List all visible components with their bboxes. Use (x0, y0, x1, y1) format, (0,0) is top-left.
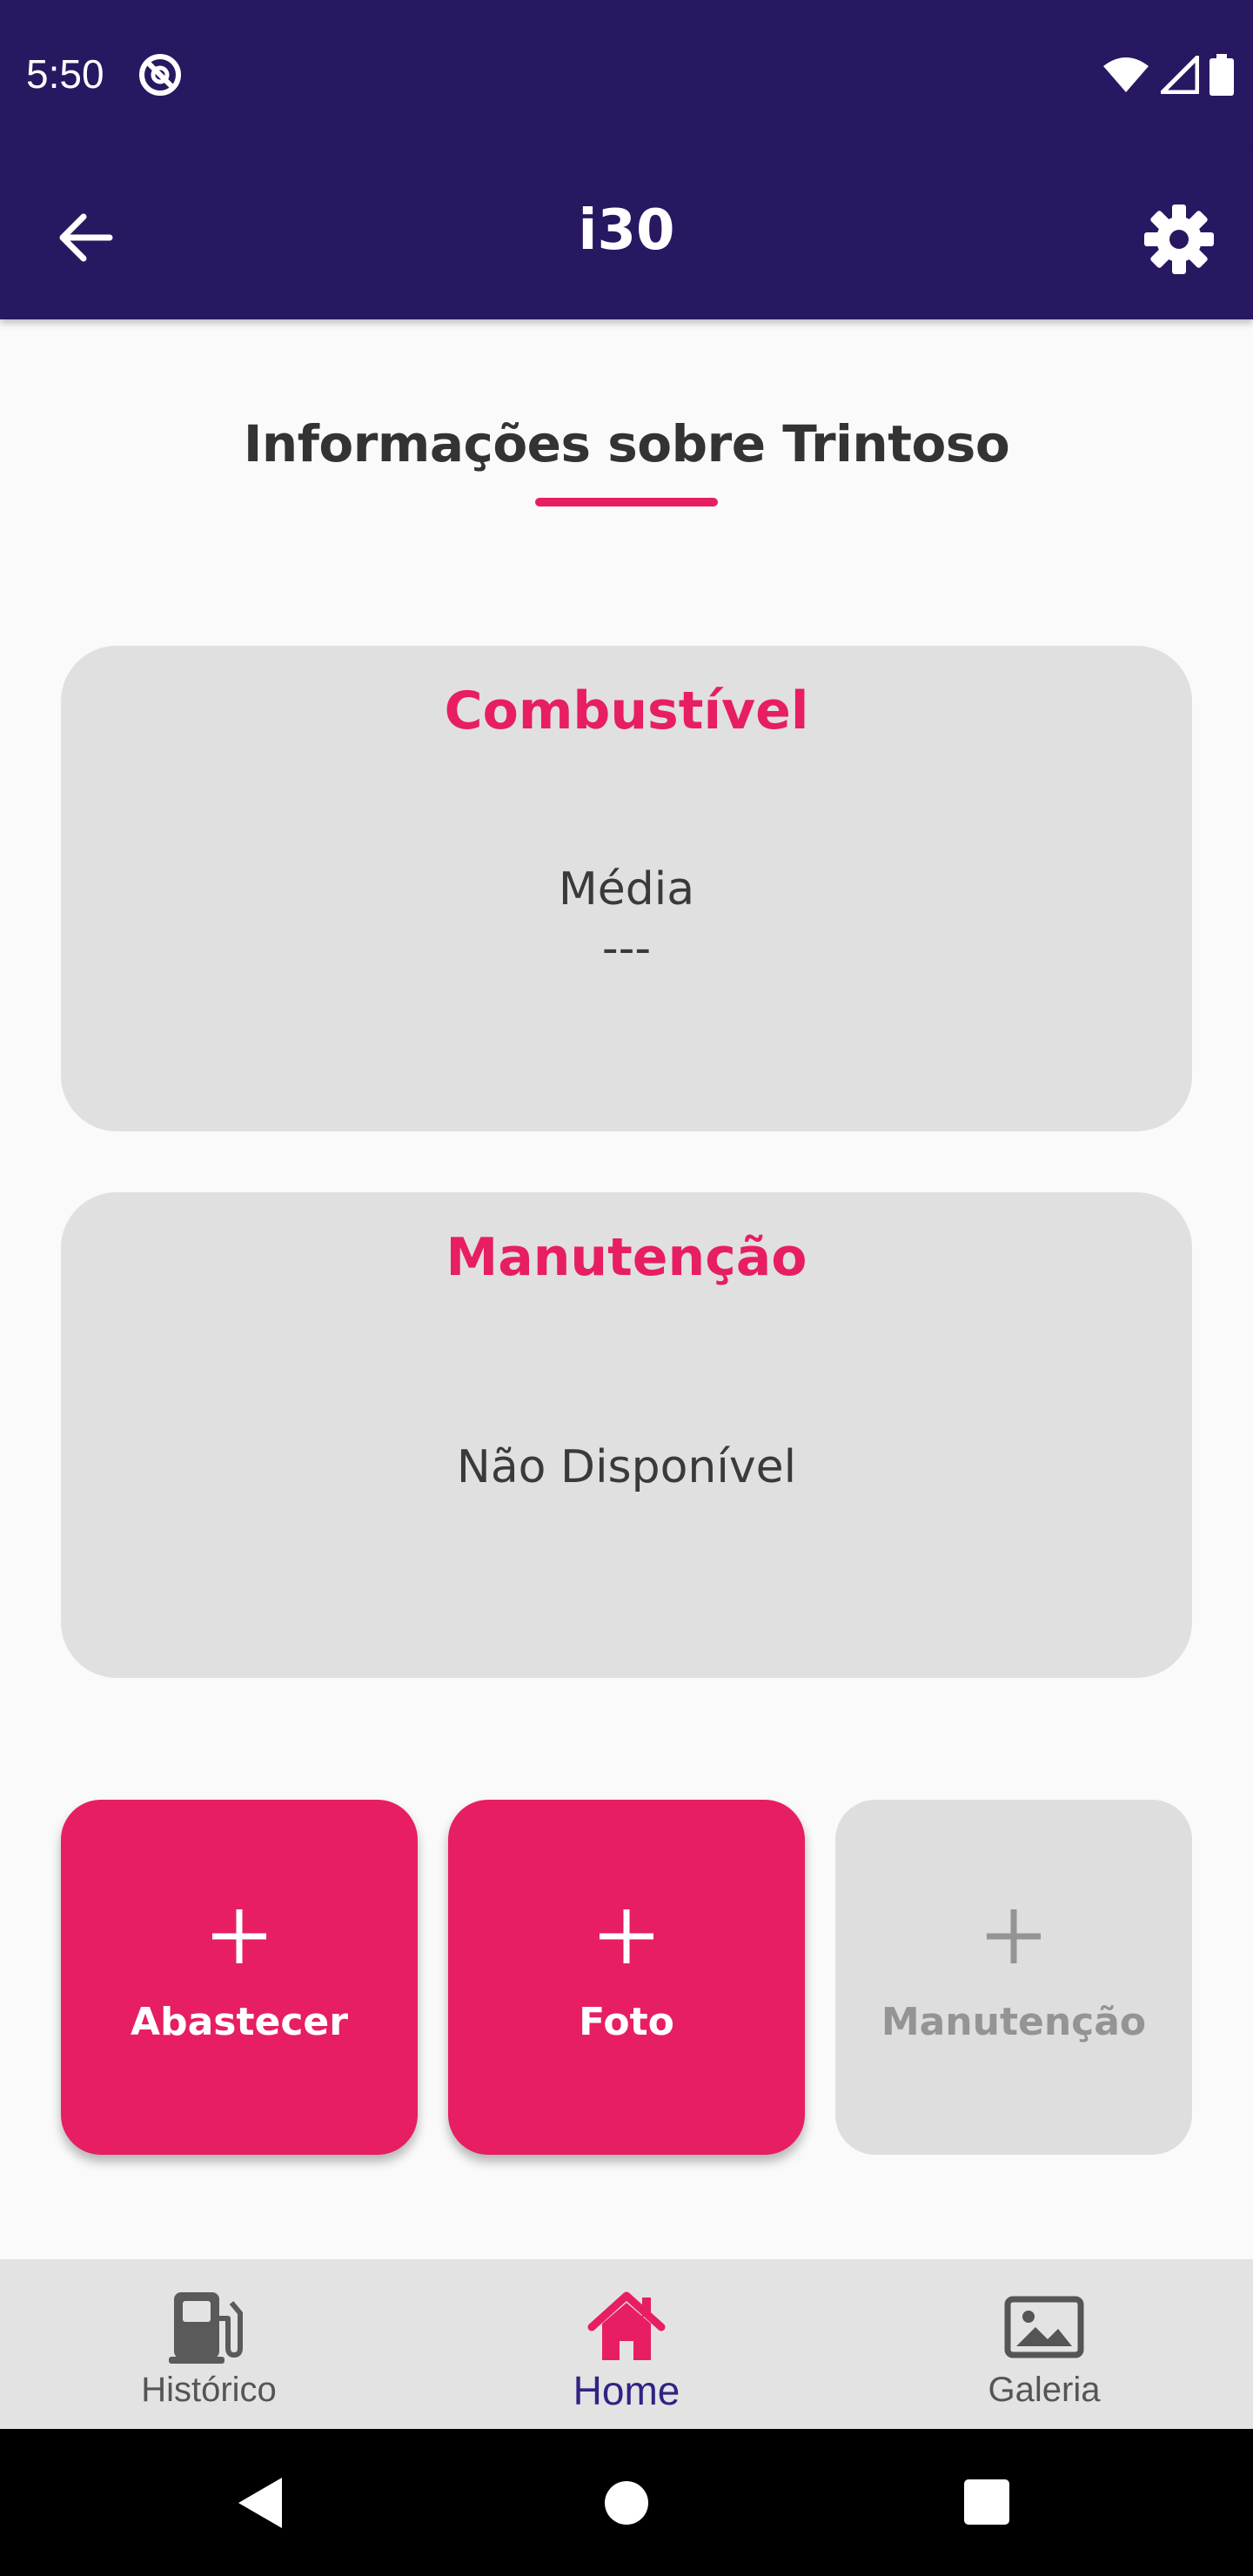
fuel-pump-icon (169, 2292, 243, 2364)
home-circle-icon[interactable] (603, 2479, 650, 2526)
add-photo-button[interactable]: Foto (448, 1800, 805, 2155)
nav-label-gallery: Galeria (988, 2371, 1101, 2409)
status-time: 5:50 (26, 51, 104, 97)
plus-icon (212, 1909, 266, 1963)
nav-label-home: Home (573, 2368, 680, 2413)
battery-icon (1209, 54, 1234, 96)
nav-item-home[interactable]: Home (418, 2259, 835, 2429)
fuel-card-title: Combustível (444, 681, 809, 741)
plus-icon (987, 1909, 1041, 1963)
fuel-card: Combustível Média --- (61, 646, 1192, 1131)
status-bar: 5:50 (0, 0, 1253, 148)
maintenance-status: Não Disponível (456, 1441, 797, 1493)
maintenance-card-title: Manutenção (446, 1227, 807, 1288)
plus-icon (600, 1909, 653, 1963)
status-icons (1102, 54, 1234, 96)
system-navigation-bar (0, 2429, 1253, 2576)
fuel-average-value: --- (601, 922, 652, 975)
image-icon (1004, 2296, 1084, 2358)
bottom-navigation: Histórico Home Galeria (0, 2259, 1253, 2429)
nav-label-history: Histórico (141, 2371, 277, 2409)
recents-square-icon[interactable] (964, 2479, 1009, 2525)
signal-icon (1161, 56, 1199, 94)
fuel-average-label: Média (558, 863, 695, 916)
add-fuel-label: Abastecer (131, 2000, 348, 2044)
add-maintenance-label: Manutenção (881, 2000, 1147, 2044)
page-title: i30 (578, 198, 675, 263)
dnd-icon (139, 54, 181, 96)
add-maintenance-button[interactable]: Manutenção (835, 1800, 1192, 2155)
back-triangle-icon[interactable] (237, 2476, 284, 2530)
settings-button[interactable] (1140, 200, 1218, 278)
section-title: Informações sobre Trintoso (243, 414, 1010, 473)
app-bar: i30 (0, 148, 1253, 319)
add-fuel-button[interactable]: Abastecer (61, 1800, 418, 2155)
section-underline (535, 498, 718, 506)
gear-icon (1144, 205, 1214, 274)
wifi-icon (1103, 57, 1149, 92)
nav-item-history[interactable]: Histórico (0, 2259, 418, 2429)
add-photo-label: Foto (579, 2000, 674, 2044)
nav-item-gallery[interactable]: Galeria (835, 2259, 1253, 2429)
maintenance-card: Manutenção Não Disponível (61, 1192, 1192, 1678)
home-icon (587, 2291, 666, 2360)
